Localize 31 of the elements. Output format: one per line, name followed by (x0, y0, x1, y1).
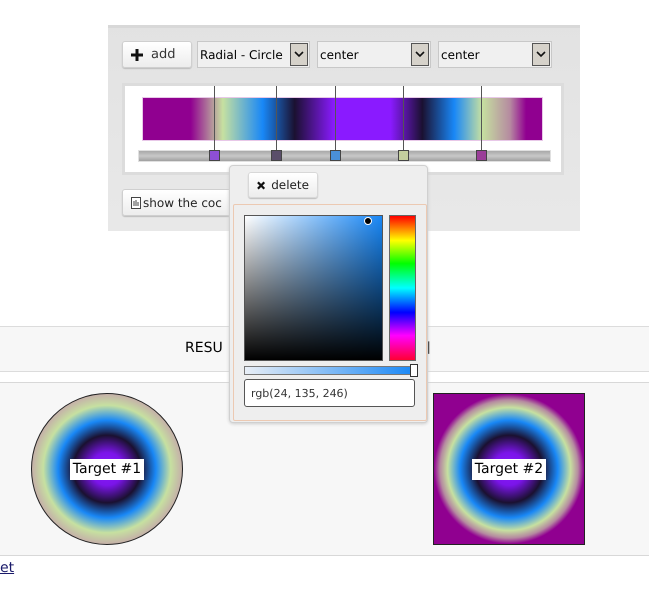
dropdown-select[interactable]: Radial - Circle (197, 41, 310, 68)
results-heading: RESU (185, 339, 223, 358)
saturation-value-area[interactable] (244, 215, 383, 361)
delete-button[interactable]: delete (248, 172, 318, 198)
stop-line (481, 86, 482, 151)
color-stop-handle[interactable] (398, 150, 409, 161)
alpha-slider[interactable] (244, 366, 415, 375)
color-stop-handle[interactable] (208, 150, 220, 161)
stop-line (335, 86, 336, 151)
color-stop-handle[interactable] (330, 150, 342, 161)
stop-line (214, 86, 215, 151)
plus-icon (131, 48, 143, 60)
target-label: Target #1 (70, 458, 144, 480)
stop-line (402, 86, 404, 151)
color-value-field[interactable]: rgb(24, 135, 246) (244, 379, 415, 407)
caret-icon (290, 43, 308, 66)
color-stop-handle[interactable] (476, 150, 488, 161)
add-button[interactable]: add (122, 41, 192, 68)
dropdown-select[interactable]: center (317, 41, 431, 68)
footer-link[interactable]: et (0, 558, 14, 579)
caret-icon (411, 43, 429, 66)
close-icon (257, 180, 266, 190)
stop-line (276, 86, 277, 151)
target-label: Target #2 (472, 458, 546, 480)
dropdown-select[interactable]: center (438, 41, 552, 68)
caret-icon (532, 43, 550, 66)
hue-spectrum[interactable] (389, 215, 416, 361)
alpha-handle[interactable] (410, 364, 418, 377)
document-icon (131, 196, 141, 208)
picker-handle[interactable] (364, 217, 372, 225)
color-stop-handle[interactable] (270, 150, 282, 161)
